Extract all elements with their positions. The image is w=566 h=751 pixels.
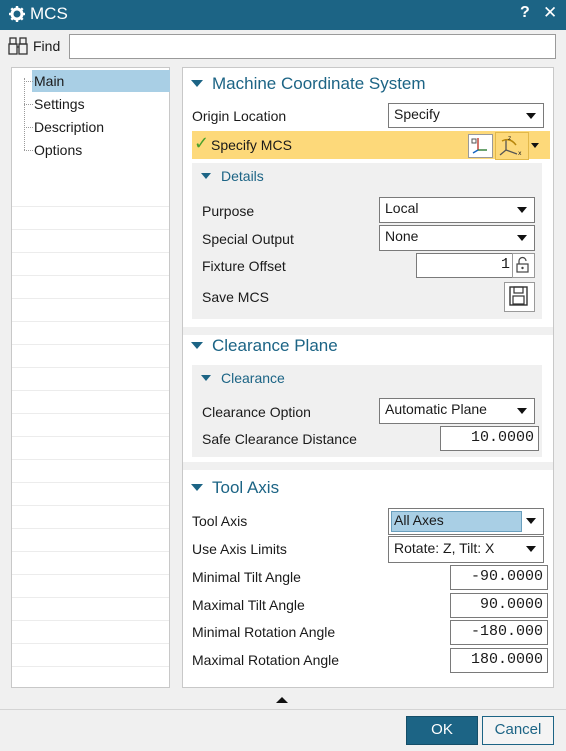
min-tilt-angle-label: Minimal Tilt Angle	[192, 569, 301, 585]
max-rotation-angle-label: Maximal Rotation Angle	[192, 652, 340, 668]
collapse-triangle-icon	[191, 483, 203, 491]
csys-axes-icon: z x	[499, 135, 522, 157]
collapse-triangle-icon	[191, 79, 203, 87]
min-rotation-angle-field[interactable]: -180.000	[450, 620, 548, 645]
collapse-triangle-icon	[201, 374, 211, 381]
close-button[interactable]: ✕	[543, 3, 557, 23]
ok-button[interactable]: OK	[406, 716, 478, 745]
collapse-up-icon[interactable]	[276, 697, 288, 703]
max-rotation-angle-field[interactable]: 180.0000	[450, 648, 548, 673]
tree-item-options[interactable]: Options	[34, 142, 82, 158]
special-output-select[interactable]: None	[379, 225, 535, 251]
clearance-option-select[interactable]: Automatic Plane	[379, 398, 535, 424]
chevron-down-icon	[526, 113, 536, 119]
details-group: Details Purpose Local Special Output Non…	[192, 163, 542, 319]
min-rotation-angle-label: Minimal Rotation Angle	[192, 624, 336, 640]
find-input[interactable]	[69, 34, 556, 59]
chevron-down-icon	[517, 207, 527, 213]
help-button[interactable]: ?	[520, 4, 530, 22]
clearance-group: Clearance Clearance Option Automatic Pla…	[192, 365, 542, 457]
find-label: Find	[33, 38, 61, 54]
tool-axis-select[interactable]: All Axes	[388, 508, 544, 535]
csys-type-button[interactable]: z x	[495, 132, 529, 160]
special-output-label: Special Output	[202, 231, 294, 247]
safe-clearance-distance-field[interactable]: 10.0000	[440, 426, 539, 451]
details-header[interactable]: Details	[201, 168, 264, 184]
purpose-label: Purpose	[202, 203, 255, 219]
csys-dialog-icon	[471, 138, 487, 154]
origin-location-select[interactable]: Specify	[388, 103, 544, 128]
use-axis-limits-select[interactable]: Rotate: Z, Tilt: X	[388, 536, 544, 563]
bottom-divider	[0, 709, 566, 710]
binoculars-icon	[8, 37, 28, 55]
save-mcs-button[interactable]	[504, 282, 535, 312]
tree-item-settings[interactable]: Settings	[34, 96, 85, 112]
tree-connector	[24, 78, 25, 150]
svg-text:z: z	[508, 135, 511, 142]
tool-axis-section-header[interactable]: Tool Axis	[191, 478, 279, 498]
safe-clearance-distance-label: Safe Clearance Distance	[202, 431, 357, 447]
collapse-triangle-icon	[201, 172, 211, 179]
chevron-down-icon	[526, 546, 536, 552]
window-title: MCS	[30, 4, 68, 23]
min-tilt-angle-field[interactable]: -90.0000	[450, 565, 548, 590]
max-tilt-angle-field[interactable]: 90.0000	[450, 593, 548, 618]
lock-icon	[516, 256, 529, 273]
specify-mcs-label: Specify MCS	[211, 137, 292, 153]
tree-item-description[interactable]: Description	[34, 119, 104, 135]
save-mcs-label: Save MCS	[202, 289, 269, 305]
chevron-down-icon	[517, 235, 527, 241]
max-tilt-angle-label: Maximal Tilt Angle	[192, 597, 305, 613]
chevron-down-icon[interactable]	[531, 143, 539, 148]
collapse-triangle-icon	[191, 341, 203, 349]
clearance-option-label: Clearance Option	[202, 404, 311, 420]
fixture-offset-field[interactable]: 1	[416, 253, 515, 278]
tool-axis-label: Tool Axis	[192, 513, 248, 529]
clearance-subheader[interactable]: Clearance	[201, 370, 285, 386]
svg-text:x: x	[518, 150, 522, 157]
chevron-down-icon	[517, 408, 527, 414]
clearance-section-header[interactable]: Clearance Plane	[191, 336, 338, 356]
tree-item-main[interactable]: Main	[34, 73, 64, 89]
gear-icon	[9, 6, 25, 22]
csys-dialog-button[interactable]	[468, 134, 493, 158]
origin-location-label: Origin Location	[192, 108, 287, 124]
specify-mcs-row[interactable]: ✓ Specify MCS z x	[192, 131, 550, 160]
cancel-button[interactable]: Cancel	[482, 716, 554, 745]
chevron-down-icon	[526, 518, 536, 524]
use-axis-limits-label: Use Axis Limits	[192, 541, 287, 557]
title-bar: MCS ? ✕	[0, 0, 566, 30]
properties-panel: Machine Coordinate System Origin Locatio…	[182, 67, 554, 688]
save-icon	[509, 286, 528, 306]
purpose-select[interactable]: Local	[379, 197, 535, 223]
fixture-offset-label: Fixture Offset	[202, 258, 286, 274]
checkmark-icon: ✓	[194, 133, 210, 153]
mcs-section-header[interactable]: Machine Coordinate System	[191, 74, 426, 94]
navigation-tree: Main Settings Description Options	[11, 67, 170, 688]
lock-button[interactable]	[512, 253, 535, 278]
